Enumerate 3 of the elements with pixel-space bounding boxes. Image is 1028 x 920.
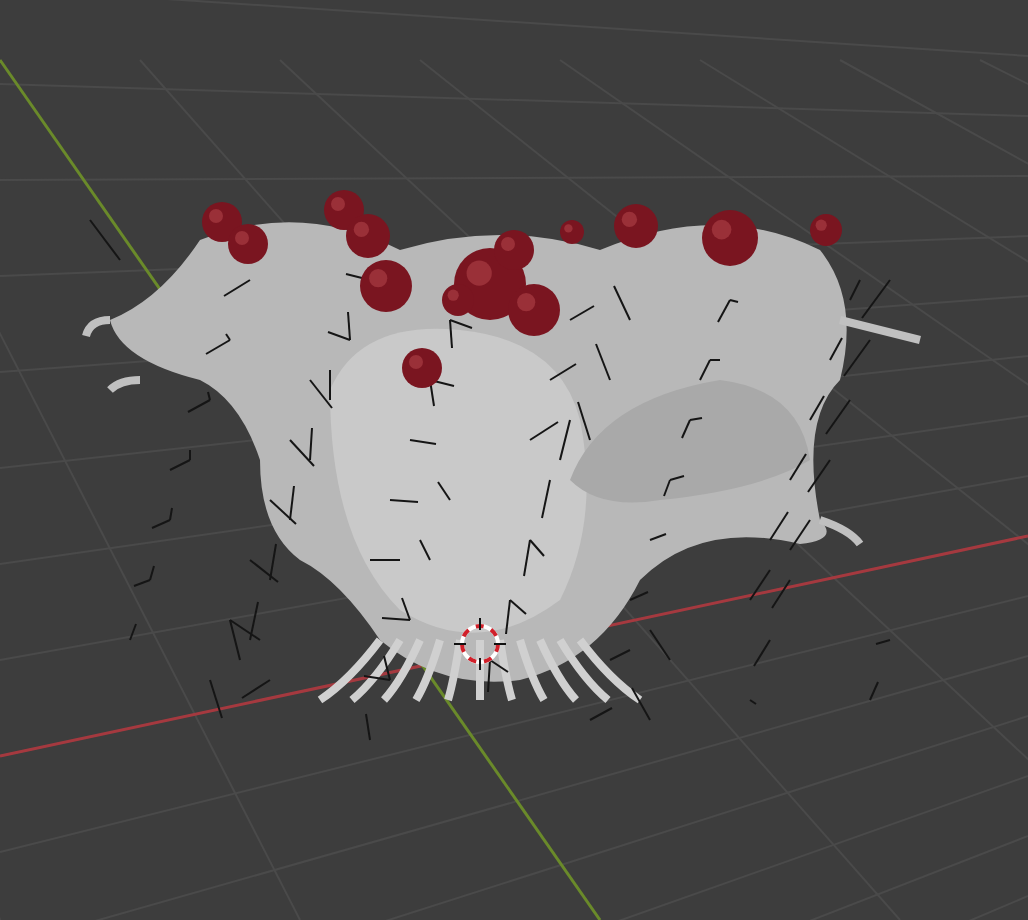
sculpture-drawing[interactable] — [82, 190, 924, 741]
3d-viewport[interactable] — [0, 0, 1028, 920]
3d-cursor-icon[interactable] — [453, 617, 507, 671]
